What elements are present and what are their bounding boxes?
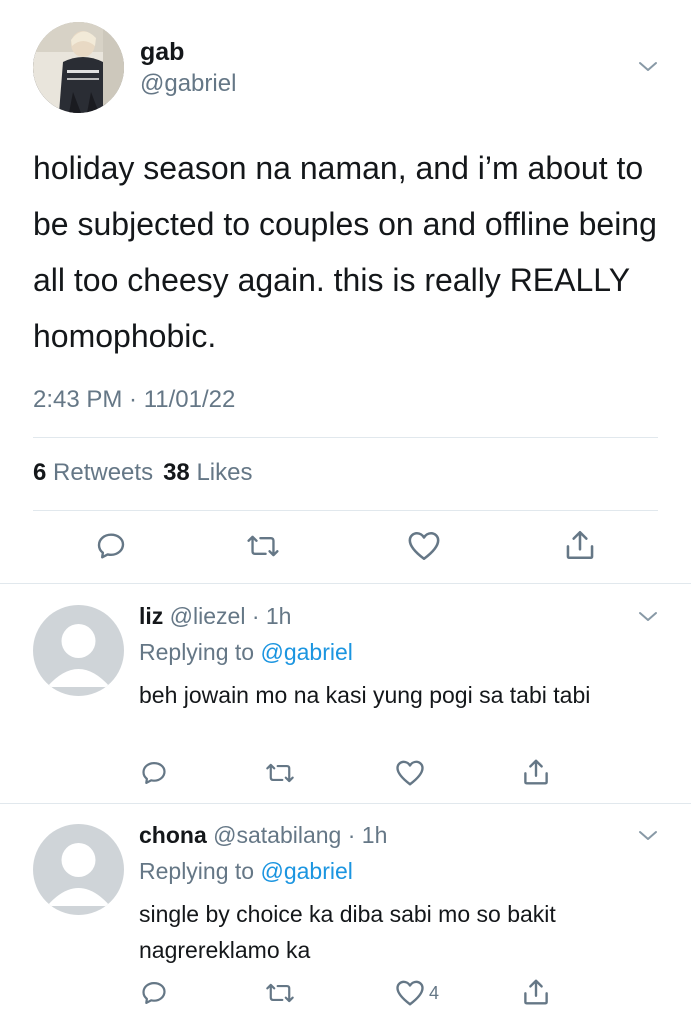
display-name: chona: [139, 822, 207, 848]
handle[interactable]: @gabriel: [140, 70, 236, 98]
display-name: liz: [139, 603, 164, 629]
like-icon[interactable]: [406, 529, 442, 563]
reply-author[interactable]: chona @satabilang · 1h: [139, 822, 387, 849]
likes-count: 38: [163, 459, 190, 486]
mention-link[interactable]: @gabriel: [260, 858, 352, 884]
separator: ·: [347, 822, 356, 848]
retweets-count: 6: [33, 459, 47, 486]
chevron-down-icon[interactable]: [637, 55, 659, 77]
avatar[interactable]: [33, 605, 124, 696]
tweet-text: holiday season na naman, and i’m about t…: [33, 150, 657, 354]
likes-label: Likes: [196, 459, 253, 486]
reply-tweet[interactable]: chona @satabilang · 1h Replying to @gabr…: [0, 803, 691, 1024]
reply-time: 1h: [265, 603, 292, 629]
like-icon[interactable]: [395, 759, 425, 787]
chevron-down-icon[interactable]: [637, 824, 659, 846]
handle: @satabilang: [213, 822, 342, 848]
timestamp[interactable]: 2:43 PM · 11/01/22: [33, 386, 235, 414]
share-icon[interactable]: [521, 977, 551, 1007]
replying-to: Replying to @gabriel: [139, 639, 353, 666]
chevron-down-icon[interactable]: [637, 605, 659, 627]
reply-tweet[interactable]: liz @liezel · 1h Replying to @gabriel be…: [0, 583, 691, 803]
reply-icon[interactable]: [140, 759, 168, 787]
share-icon[interactable]: [521, 757, 551, 787]
replying-prefix: Replying to: [139, 639, 255, 665]
tweet-actions: [0, 515, 691, 575]
reply-author[interactable]: liz @liezel · 1h: [139, 603, 291, 630]
display-name[interactable]: gab: [140, 38, 184, 67]
retweets-stat[interactable]: 6 Retweets: [33, 459, 153, 486]
separator: ·: [251, 603, 260, 629]
like-count: 4: [429, 982, 440, 1003]
avatar[interactable]: [33, 22, 124, 113]
likes-stat[interactable]: 38 Likes: [163, 459, 252, 486]
retweet-icon[interactable]: [265, 979, 295, 1007]
like-icon: [395, 979, 425, 1007]
engagement-stats: 6 Retweets 38 Likes: [33, 459, 252, 487]
handle: @liezel: [169, 603, 246, 629]
retweets-label: Retweets: [53, 459, 154, 486]
like-button[interactable]: 4: [395, 979, 445, 1007]
divider: [33, 510, 658, 511]
share-icon[interactable]: [562, 527, 598, 563]
reply-time: 1h: [361, 822, 388, 848]
divider: [33, 437, 658, 438]
reply-icon[interactable]: [140, 979, 168, 1007]
replying-to: Replying to @gabriel: [139, 858, 353, 885]
retweet-icon[interactable]: [245, 529, 281, 563]
mention-link[interactable]: @gabriel: [260, 639, 352, 665]
reply-icon[interactable]: [94, 529, 128, 563]
avatar[interactable]: [33, 824, 124, 915]
reply-text: beh jowain mo na kasi yung pogi sa tabi …: [139, 682, 591, 708]
replying-prefix: Replying to: [139, 858, 255, 884]
reply-text: single by choice ka diba sabi mo so baki…: [139, 901, 556, 963]
retweet-icon[interactable]: [265, 759, 295, 787]
